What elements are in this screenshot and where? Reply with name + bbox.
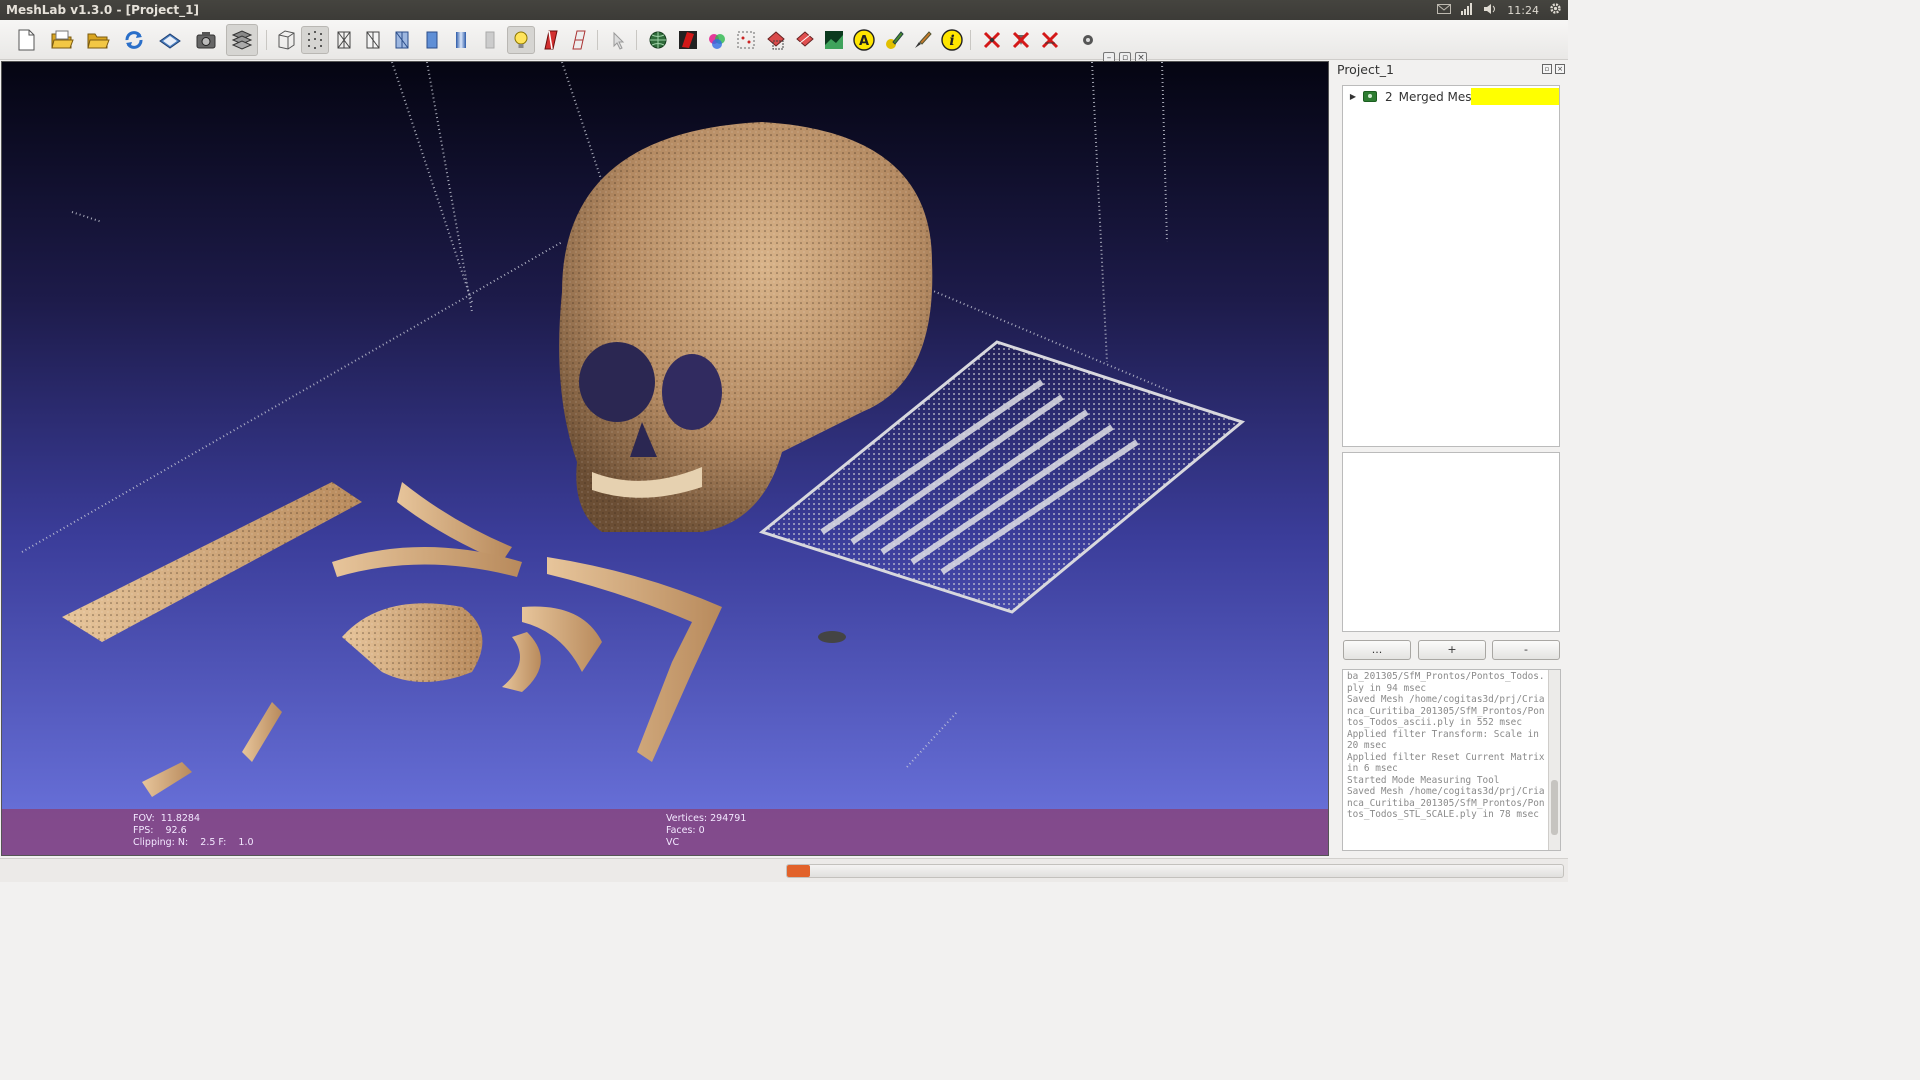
- red-paint-icon[interactable]: [674, 26, 702, 54]
- layer-name: Merged Mesh: [1398, 89, 1480, 104]
- flat-icon[interactable]: [418, 26, 446, 54]
- log-scroll-thumb[interactable]: [1551, 780, 1558, 835]
- points-icon[interactable]: [301, 26, 329, 54]
- align-icon[interactable]: A: [850, 26, 878, 54]
- add-button[interactable]: +: [1418, 640, 1486, 660]
- info-icon[interactable]: i: [938, 26, 966, 54]
- raster-icon[interactable]: [820, 26, 848, 54]
- eye-icon[interactable]: [1078, 26, 1098, 54]
- new-file-icon[interactable]: [12, 26, 40, 54]
- fov-readout: FOV: 11.8284: [133, 813, 201, 824]
- fps-readout: FPS: 92.6: [133, 825, 187, 836]
- panel-title: Project_1: [1337, 62, 1394, 77]
- status-bar: [0, 858, 1568, 882]
- bounding-box-icon[interactable]: [272, 26, 300, 54]
- clipping-readout: Clipping: N: 2.5 F: 1.0: [133, 837, 254, 848]
- log-scrollbar[interactable]: [1548, 670, 1560, 850]
- progress-bar: [786, 864, 1564, 878]
- layers-icon[interactable]: [226, 24, 258, 56]
- mail-icon[interactable]: [1437, 3, 1452, 17]
- pencil-icon[interactable]: [880, 26, 908, 54]
- layer-row[interactable]: ▶ 2 Merged Mesh: [1343, 88, 1559, 105]
- manipulator-icon[interactable]: [604, 26, 632, 54]
- progress-fill: [787, 865, 811, 877]
- paint-brush-icon[interactable]: [908, 26, 936, 54]
- panel-close-button[interactable]: ×: [1555, 64, 1565, 74]
- panel-float-button[interactable]: ▫: [1542, 64, 1552, 74]
- layer-panel: Project_1 ▫ × ▶ 2 Merged Mesh ... + - ba…: [1334, 60, 1568, 860]
- save-icon[interactable]: [156, 26, 184, 54]
- vertices-readout: Vertices: 294791: [666, 813, 747, 824]
- open-file-icon[interactable]: [84, 26, 112, 54]
- svg-text:i: i: [949, 33, 954, 49]
- settings-gear-icon[interactable]: [1549, 2, 1562, 18]
- info-overlay: FOV: 11.8284 FPS: 92.6 Clipping: N: 2.5 …: [2, 809, 1328, 855]
- clock[interactable]: 11:24: [1507, 4, 1539, 17]
- log-text: ba_201305/SfM_Prontos/Pontos_Todos.ply i…: [1347, 671, 1545, 820]
- reload-icon[interactable]: [120, 26, 148, 54]
- select-vertices-icon[interactable]: [732, 26, 760, 54]
- double-light-icon[interactable]: [536, 26, 564, 54]
- 3d-viewport[interactable]: FOV: 11.8284 FPS: 92.6 Clipping: N: 2.5 …: [1, 61, 1329, 856]
- layer-tree[interactable]: ▶ 2 Merged Mesh: [1342, 85, 1560, 447]
- more-button[interactable]: ...: [1343, 640, 1411, 660]
- select-faces-icon[interactable]: [762, 26, 790, 54]
- system-tray: 11:24: [1437, 2, 1568, 18]
- light-icon[interactable]: [507, 26, 535, 54]
- open-project-icon[interactable]: [48, 26, 76, 54]
- svg-text:A: A: [859, 34, 869, 49]
- volume-icon[interactable]: [1483, 3, 1497, 18]
- texture-icon[interactable]: [476, 26, 504, 54]
- point-cloud-scene: [21, 62, 1246, 797]
- smooth-icon[interactable]: [447, 26, 475, 54]
- delete-vertices-icon[interactable]: [978, 26, 1006, 54]
- select-connected-icon[interactable]: [791, 26, 819, 54]
- snapshot-icon[interactable]: [192, 26, 220, 54]
- expand-arrow-icon[interactable]: ▶: [1346, 92, 1360, 101]
- layer-color-swatch: [1471, 88, 1559, 105]
- faces-readout: Faces: 0: [666, 825, 705, 836]
- title-bar: MeshLab v1.3.0 - [Project_1] 11:24: [0, 0, 1568, 20]
- remove-button[interactable]: -: [1492, 640, 1560, 660]
- globe-icon[interactable]: [644, 26, 672, 54]
- main-toolbar: A i – ▫ ×: [0, 20, 1568, 64]
- delete-faces-icon[interactable]: [1007, 26, 1035, 54]
- color-picker-icon[interactable]: [703, 26, 731, 54]
- visibility-eye-icon[interactable]: [1363, 91, 1377, 102]
- layer-id: 2: [1385, 89, 1393, 104]
- hidden-lines-icon[interactable]: [359, 26, 387, 54]
- window-title: MeshLab v1.3.0 - [Project_1]: [6, 3, 199, 17]
- fancy-light-icon[interactable]: [565, 26, 593, 54]
- layer-properties-area: [1342, 452, 1560, 632]
- delete-selection-icon[interactable]: [1036, 26, 1064, 54]
- signal-icon[interactable]: [1461, 2, 1473, 18]
- flat-lines-icon[interactable]: [388, 26, 416, 54]
- wireframe-icon[interactable]: [330, 26, 358, 54]
- log-area[interactable]: ba_201305/SfM_Prontos/Pontos_Todos.ply i…: [1342, 669, 1561, 851]
- color-mode-readout: VC: [666, 837, 680, 848]
